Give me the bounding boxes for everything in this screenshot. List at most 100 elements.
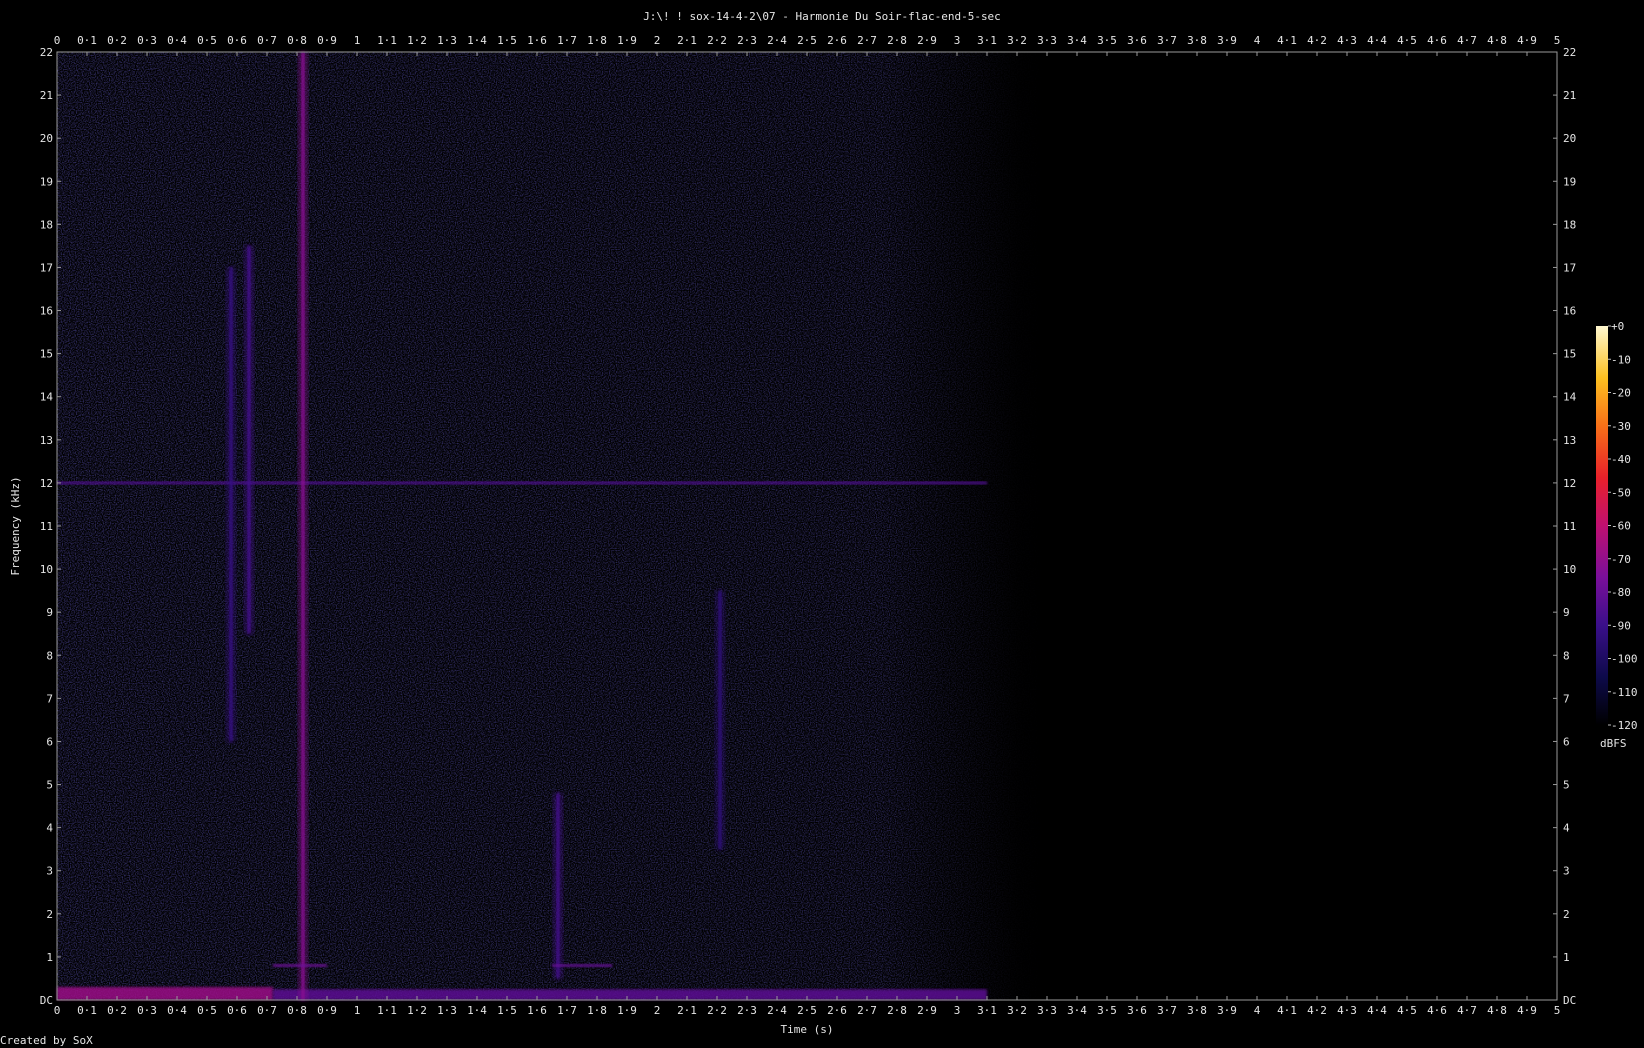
tone-line	[552, 964, 612, 968]
x-tick-label-bottom: 3·6	[1127, 1004, 1147, 1017]
x-tick-label-top: 4·5	[1397, 34, 1417, 47]
y-tick-label-right: 17	[1563, 261, 1576, 274]
x-tick-label-bottom: 2·7	[857, 1004, 877, 1017]
y-tick-label-left: 21	[40, 89, 53, 102]
x-tick-label-bottom: 2·6	[827, 1004, 847, 1017]
x-tick-label-top: 0·5	[197, 34, 217, 47]
x-tick-label-bottom: 3	[954, 1004, 961, 1017]
y-tick-label-right: 14	[1563, 391, 1577, 404]
x-tick-label-top: 3·7	[1157, 34, 1177, 47]
y-tick-label-right: 3	[1563, 865, 1570, 878]
x-tick-label-bottom: 4·5	[1397, 1004, 1417, 1017]
y-tick-label-left: 22	[40, 46, 53, 59]
y-tick-label-right: 12	[1563, 477, 1576, 490]
x-tick-label-bottom: 3·8	[1187, 1004, 1207, 1017]
chart-title: J:\! ! sox-14-4-2\07 - Harmonie Du Soir-…	[643, 10, 1001, 23]
y-tick-label-right: 22	[1563, 46, 1576, 59]
x-tick-label-top: 0·1	[77, 34, 97, 47]
colorbar-label: dBFS	[1600, 737, 1627, 750]
transient-line	[229, 267, 233, 742]
x-tick-label-bottom: 2·5	[797, 1004, 817, 1017]
colorbar-tick-label: -90	[1611, 619, 1631, 632]
x-axis-label: Time (s)	[781, 1023, 834, 1036]
x-tick-label-top: 1·9	[617, 34, 637, 47]
x-tick-label-top: 1	[354, 34, 361, 47]
x-tick-label-top: 0·4	[167, 34, 187, 47]
colorbar-tick-label: -70	[1611, 553, 1631, 566]
x-tick-label-top: 1·4	[467, 34, 487, 47]
x-tick-label-top: 0·6	[227, 34, 247, 47]
x-tick-label-bottom: 2	[654, 1004, 661, 1017]
x-tick-label-bottom: 0·8	[287, 1004, 307, 1017]
x-tick-label-bottom: 4·7	[1457, 1004, 1477, 1017]
x-tick-label-top: 3·2	[1007, 34, 1027, 47]
y-tick-label-left: 13	[40, 434, 53, 447]
x-tick-label-bottom: 4·9	[1517, 1004, 1537, 1017]
x-tick-label-bottom: 0	[54, 1004, 61, 1017]
x-tick-label-bottom: 2·9	[917, 1004, 937, 1017]
x-tick-label-top: 0·9	[317, 34, 337, 47]
colorbar-tick-label: -10	[1611, 353, 1631, 366]
x-tick-label-top: 4	[1254, 34, 1261, 47]
colorbar-tick-label: -50	[1611, 486, 1631, 499]
x-tick-label-top: 2·6	[827, 34, 847, 47]
created-by-credit: Created by SoX	[0, 1034, 93, 1047]
x-tick-label-bottom: 1·4	[467, 1004, 487, 1017]
colorbar-tick-label: -60	[1611, 520, 1631, 533]
y-tick-label-right: 9	[1563, 606, 1570, 619]
x-tick-label-top: 3·6	[1127, 34, 1147, 47]
x-tick-label-bottom: 3·9	[1217, 1004, 1237, 1017]
x-tick-label-bottom: 0·2	[107, 1004, 127, 1017]
x-tick-label-bottom: 1·1	[377, 1004, 397, 1017]
x-tick-label-bottom: 1·6	[527, 1004, 547, 1017]
colorbar-ticks: +0 -10 -20 -30 -40 -50 -60 -70 -80 -90 -100 -110 -12…	[1608, 320, 1638, 732]
y-tick-label-right: 1	[1563, 951, 1570, 964]
x-tick-label-top: 3·4	[1067, 34, 1087, 47]
x-tick-label-top: 4·3	[1337, 34, 1357, 47]
y-tick-label-left: 3	[46, 865, 53, 878]
x-tick-label-bottom: 2·8	[887, 1004, 907, 1017]
y-tick-label-right: 10	[1563, 563, 1576, 576]
y-tick-label-left: 16	[40, 305, 53, 318]
x-tick-label-bottom: 0·6	[227, 1004, 247, 1017]
y-tick-label-right: 11	[1563, 520, 1576, 533]
x-tick-label-top: 2·3	[737, 34, 757, 47]
x-tick-label-top: 1·6	[527, 34, 547, 47]
x-tick-label-bottom: 3·5	[1097, 1004, 1117, 1017]
x-tick-label-top: 1·1	[377, 34, 397, 47]
x-tick-label-top: 3·9	[1217, 34, 1237, 47]
y-tick-label-right: 16	[1563, 305, 1576, 318]
x-tick-label-bottom: 2·4	[767, 1004, 787, 1017]
spectrogram-chart: J:\! ! sox-14-4-2\07 - Harmonie Du Soir-…	[0, 10, 1638, 1047]
y-tick-label-left: 18	[40, 218, 53, 231]
x-tick-label-top: 3·3	[1037, 34, 1057, 47]
x-tick-label-top: 1·2	[407, 34, 427, 47]
x-tick-label-bottom: 2·2	[707, 1004, 727, 1017]
low-frequency-band	[273, 989, 987, 1000]
x-tick-label-bottom: 1·5	[497, 1004, 517, 1017]
x-tick-label-bottom: 4·6	[1427, 1004, 1447, 1017]
x-tick-label-bottom: 0·4	[167, 1004, 187, 1017]
y-tick-label-right: DC	[1563, 994, 1576, 1007]
x-tick-label-top: 5	[1554, 34, 1561, 47]
x-tick-label-top: 1·3	[437, 34, 457, 47]
x-tick-label-bottom: 5	[1554, 1004, 1561, 1017]
colorbar-tick-label: -110	[1611, 686, 1638, 699]
colorbar-tick-label: -20	[1611, 387, 1631, 400]
x-tick-label-top: 2	[654, 34, 661, 47]
x-tick-label-bottom: 4·8	[1487, 1004, 1507, 1017]
y-tick-label-right: 6	[1563, 735, 1570, 748]
y-tick-label-left: 2	[46, 908, 53, 921]
x-tick-label-bottom: 1·3	[437, 1004, 457, 1017]
x-tick-label-bottom: 3·4	[1067, 1004, 1087, 1017]
colorbar-gradient	[1596, 326, 1608, 725]
colorbar-tick-label: -80	[1611, 586, 1631, 599]
x-tick-label-bottom: 2·3	[737, 1004, 757, 1017]
x-tick-label-bottom: 1·9	[617, 1004, 637, 1017]
x-tick-label-bottom: 0·1	[77, 1004, 97, 1017]
y-tick-label-left: DC	[40, 994, 53, 1007]
colorbar: +0 -10 -20 -30 -40 -50 -60 -70 -80 -90 -100 -110 -12…	[1596, 320, 1638, 750]
y-tick-label-left: 4	[46, 822, 53, 835]
y-tick-label-right: 15	[1563, 348, 1576, 361]
y-tick-label-left: 9	[46, 606, 53, 619]
